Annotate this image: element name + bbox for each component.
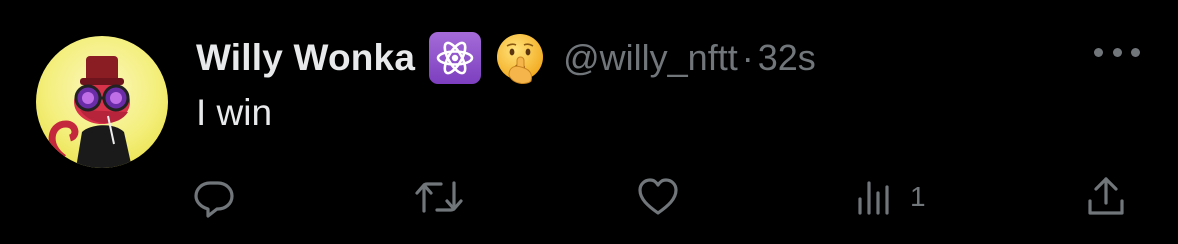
tweet-text: I win <box>196 92 273 133</box>
display-name[interactable]: Willy Wonka <box>196 37 415 79</box>
like-button[interactable] <box>636 172 692 222</box>
timestamp[interactable]: 32s <box>758 37 816 79</box>
shushing-face-emoji <box>493 31 547 85</box>
avatar[interactable] <box>36 36 168 168</box>
views-count: 1 <box>910 181 926 212</box>
separator-dot: · <box>741 37 754 78</box>
tweet-header: Willy Wonka @willy_nftt · 32s <box>196 30 816 86</box>
views-chart-icon <box>858 181 889 215</box>
heart-icon <box>638 178 678 215</box>
tweet[interactable]: Willy Wonka @willy_nftt · 32s I win 1 <box>0 0 1178 244</box>
atom-symbol-icon <box>429 32 482 84</box>
dot-icon <box>1131 47 1140 57</box>
user-handle[interactable]: @willy_nftt <box>563 37 738 79</box>
reply-icon <box>194 181 234 218</box>
share-button[interactable] <box>1084 172 1140 222</box>
retweet-button[interactable] <box>414 172 476 222</box>
views-button[interactable]: 1 <box>854 172 926 222</box>
dot-icon <box>1094 47 1103 57</box>
more-options-icon[interactable] <box>1094 42 1140 62</box>
share-icon <box>1088 177 1124 215</box>
reply-button[interactable] <box>192 172 248 222</box>
avatar-image <box>36 36 168 168</box>
retweet-icon <box>415 181 463 213</box>
dot-icon <box>1112 47 1122 57</box>
